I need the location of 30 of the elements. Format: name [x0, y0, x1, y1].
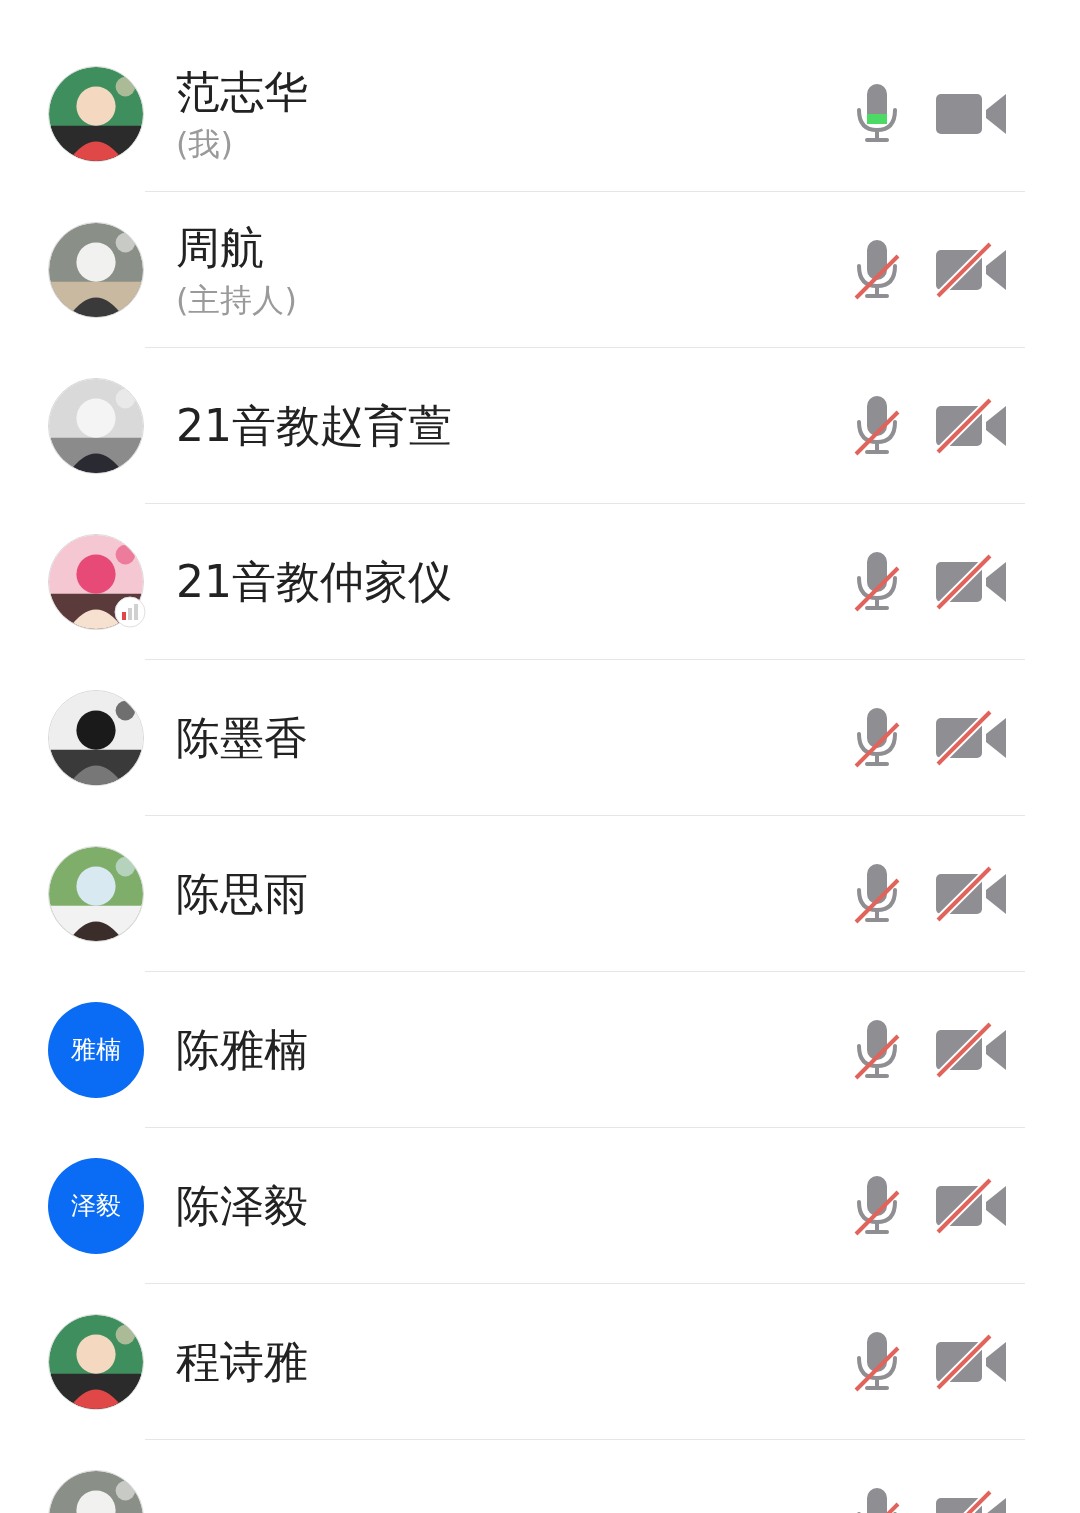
- camera-off-icon[interactable]: [936, 241, 1008, 298]
- participant-role: (主持人): [176, 279, 298, 321]
- participant-name: 陈雅楠: [176, 1022, 309, 1077]
- camera-off-icon[interactable]: [936, 1333, 1008, 1390]
- muted-microphone-icon[interactable]: [854, 1019, 900, 1080]
- muted-microphone-icon[interactable]: [854, 863, 900, 924]
- avatar-initials: 雅楠: [48, 1001, 144, 1098]
- muted-microphone-icon[interactable]: [854, 1331, 900, 1392]
- participant-name: 范志华: [176, 64, 309, 119]
- participant-name: 陈墨香: [176, 710, 309, 765]
- muted-microphone-icon[interactable]: [854, 395, 900, 456]
- muted-microphone-icon[interactable]: [854, 551, 900, 612]
- participant-name: 程诗雅: [176, 1334, 309, 1389]
- camera-off-icon[interactable]: [936, 553, 1008, 610]
- muted-microphone-icon[interactable]: [854, 707, 900, 768]
- participant-name: 陈思雨: [176, 866, 309, 921]
- camera-off-icon[interactable]: [936, 397, 1008, 454]
- microphone-icon[interactable]: [854, 83, 900, 144]
- camera-off-icon[interactable]: [936, 1021, 1008, 1078]
- camera-off-icon[interactable]: [936, 709, 1008, 766]
- participant-name: 21音教仲家仪: [176, 554, 453, 609]
- participant-name: 周航: [176, 220, 265, 275]
- participant-name: 21音教赵育萱: [176, 398, 453, 453]
- camera-off-icon[interactable]: [936, 1177, 1008, 1234]
- muted-microphone-icon[interactable]: [854, 239, 900, 300]
- muted-microphone-icon[interactable]: [854, 1175, 900, 1236]
- participant-name: 陈泽毅: [176, 1178, 309, 1233]
- camera-off-icon[interactable]: [936, 865, 1008, 922]
- avatar-initials: 泽毅: [48, 1157, 144, 1254]
- participant-role: (我): [176, 123, 234, 165]
